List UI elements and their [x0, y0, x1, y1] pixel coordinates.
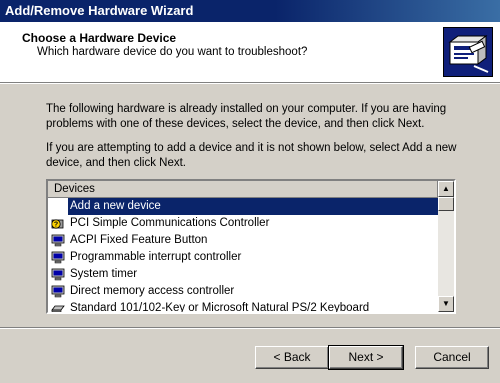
list-item-pci-controller[interactable]: ? PCI Simple Communications Controller — [48, 215, 438, 232]
devices-list: Devices Add a new device ? PCI Simple Co… — [48, 181, 438, 312]
instructions-installed: The following hardware is already instal… — [46, 103, 447, 130]
warning-device-icon: ? — [51, 217, 65, 230]
wizard-header: Choose a Hardware Device Which hardware … — [0, 22, 500, 83]
page-subtitle: Which hardware device do you want to tro… — [37, 46, 308, 58]
back-button-label: < Back — [273, 350, 311, 364]
list-item-interrupt-controller[interactable]: Programmable interrupt controller — [48, 249, 438, 266]
computer-icon — [51, 268, 65, 281]
keyboard-icon — [51, 302, 65, 312]
footer-separator — [0, 327, 500, 329]
devices-scrollbar[interactable]: ▲ ▼ — [438, 181, 454, 312]
list-item-label: Standard 101/102-Key or Microsoft Natura… — [70, 302, 370, 312]
scroll-up-button[interactable]: ▲ — [438, 181, 454, 197]
list-item-system-timer[interactable]: System timer — [48, 266, 438, 283]
window-title: Add/Remove Hardware Wizard — [5, 3, 194, 18]
devices-listbox[interactable]: Devices Add a new device ? PCI Simple Co… — [46, 179, 456, 314]
list-item-add-new-device[interactable]: Add a new device — [48, 198, 438, 215]
cancel-button-label: Cancel — [433, 350, 471, 364]
title-bar[interactable]: Add/Remove Hardware Wizard — [0, 0, 500, 22]
scroll-down-button[interactable]: ▼ — [438, 296, 454, 312]
instructions-add-device: If you are attempting to add a device an… — [46, 142, 457, 169]
svg-text:?: ? — [54, 222, 58, 229]
back-button[interactable]: < Back — [255, 346, 329, 369]
page-title: Choose a Hardware Device — [22, 31, 177, 45]
devices-column-header[interactable]: Devices — [48, 181, 438, 198]
list-item-keyboard[interactable]: Standard 101/102-Key or Microsoft Natura… — [48, 300, 438, 312]
hardware-wizard-icon — [443, 27, 493, 77]
list-item-label: Programmable interrupt controller — [70, 251, 242, 263]
scroll-thumb[interactable] — [438, 197, 454, 211]
computer-icon — [51, 234, 65, 247]
list-item-label: PCI Simple Communications Controller — [70, 217, 270, 229]
list-item-label: ACPI Fixed Feature Button — [70, 234, 208, 246]
next-button[interactable]: Next > — [328, 345, 404, 370]
computer-icon — [51, 251, 65, 264]
next-button-label: Next > — [348, 350, 384, 364]
list-item-label: Direct memory access controller — [70, 285, 235, 297]
list-item-label: Add a new device — [68, 198, 438, 215]
cancel-button[interactable]: Cancel — [415, 346, 489, 369]
list-item-label: System timer — [70, 268, 138, 280]
computer-icon — [51, 285, 65, 298]
wizard-window: Add/Remove Hardware Wizard Choose a Hard… — [0, 0, 500, 383]
list-item-dma-controller[interactable]: Direct memory access controller — [48, 283, 438, 300]
list-item-acpi-button[interactable]: ACPI Fixed Feature Button — [48, 232, 438, 249]
